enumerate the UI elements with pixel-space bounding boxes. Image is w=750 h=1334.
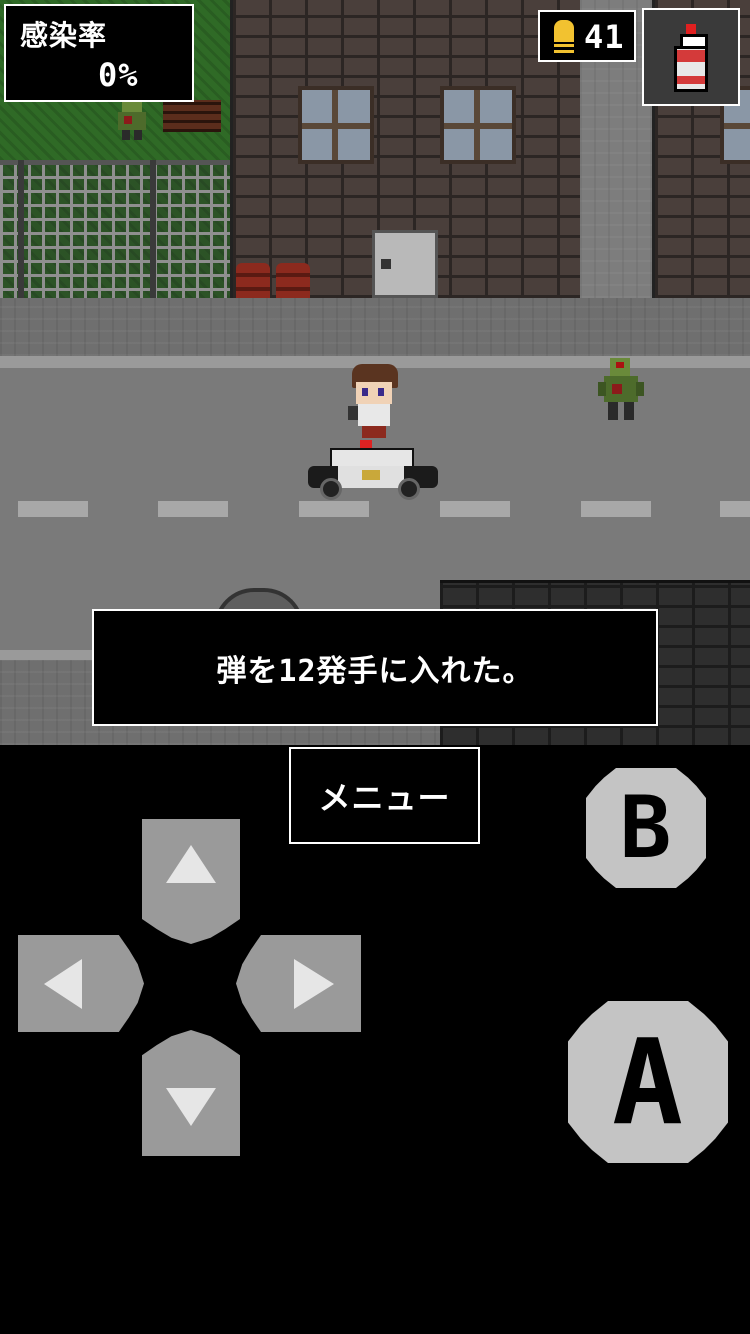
a-button-label: A — [611, 1013, 685, 1151]
b-button-label: B — [619, 778, 673, 878]
ammo-counter: 41 — [538, 10, 636, 62]
infection-rate-label: 感染率 — [20, 19, 108, 52]
fence — [0, 160, 230, 305]
bench — [163, 100, 221, 132]
dialog-message: 弾を12発手に入れた。 — [216, 653, 534, 689]
police-car — [308, 440, 438, 500]
dpad-down-button[interactable] — [142, 1030, 240, 1156]
lane-marking — [720, 501, 750, 517]
player-character — [346, 364, 402, 440]
arrow-down-icon — [166, 1088, 216, 1126]
lane-marking — [440, 501, 510, 517]
b-button[interactable]: B — [586, 768, 706, 888]
building-door — [372, 230, 438, 298]
zombie-sprite — [598, 358, 644, 422]
dpad-up-button[interactable] — [142, 819, 240, 944]
spray-can-icon — [672, 24, 712, 94]
message-dialog: 弾を12発手に入れた。 — [92, 609, 658, 726]
ammo-count: 41 — [584, 18, 625, 56]
game-view: 感染率 0% 41 弾を12発手に入れた。 — [0, 0, 750, 745]
sidewalk-top — [0, 298, 750, 356]
building-window — [440, 86, 516, 164]
arrow-right-icon — [294, 959, 334, 1009]
lane-marking — [299, 501, 369, 517]
fence-post — [150, 160, 156, 300]
zombie-sprite — [112, 98, 152, 140]
fence-post — [18, 160, 24, 300]
bullet-icon — [554, 20, 574, 54]
building-window — [298, 86, 374, 164]
a-button[interactable]: A — [568, 1001, 728, 1163]
lane-marking — [581, 501, 651, 517]
menu-button-label: メニュー — [318, 778, 451, 817]
arrow-up-icon — [166, 845, 216, 883]
dpad-left-button[interactable] — [18, 935, 144, 1032]
menu-button[interactable]: メニュー — [289, 747, 480, 844]
lane-marking — [158, 501, 228, 517]
lane-marking — [18, 501, 88, 517]
item-slot[interactable] — [642, 8, 740, 106]
dpad-right-button[interactable] — [236, 935, 361, 1032]
arrow-left-icon — [44, 959, 82, 1009]
infection-rate-panel: 感染率 0% — [4, 4, 194, 102]
infection-rate-value: 0% — [98, 56, 139, 94]
